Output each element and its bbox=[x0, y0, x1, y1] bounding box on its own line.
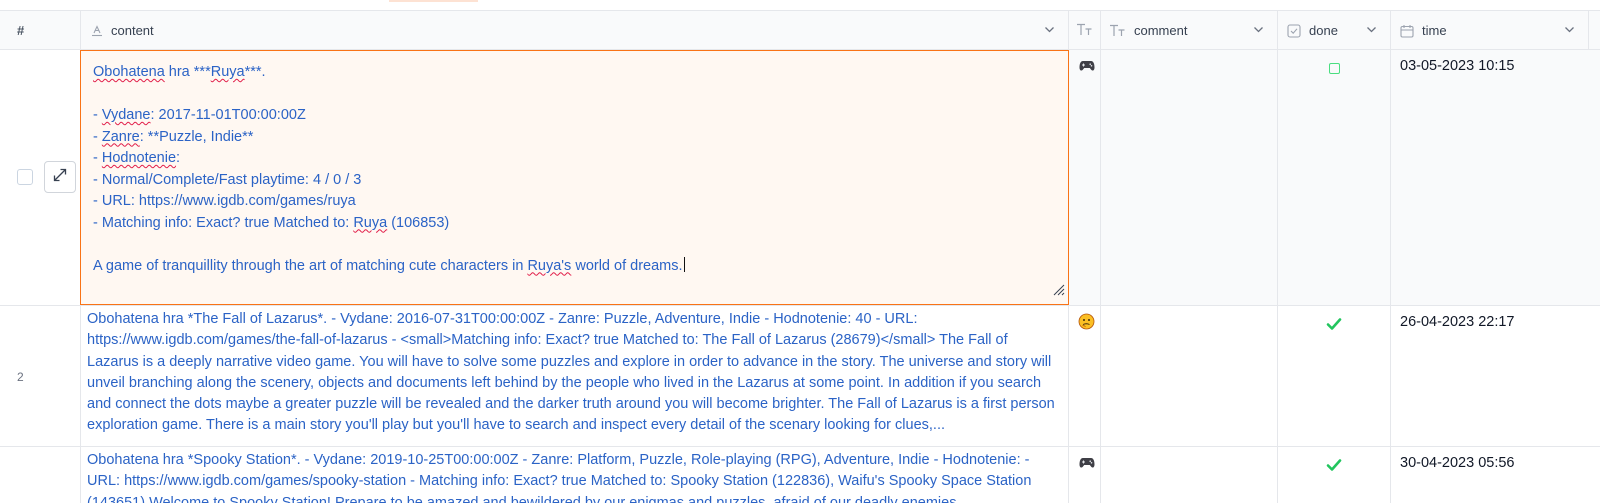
text-type-icon bbox=[1076, 23, 1093, 39]
table-row[interactable]: Obohatena hra *Spooky Station*. - Vydane… bbox=[0, 447, 1600, 503]
done-cell[interactable] bbox=[1278, 447, 1391, 503]
editor-line: A game of tranquillity through the art o… bbox=[93, 256, 685, 274]
calendar-icon bbox=[1400, 24, 1414, 38]
chevron-down-icon[interactable] bbox=[1365, 23, 1378, 39]
rownum-header: # bbox=[0, 11, 81, 50]
table-row[interactable]: Obohatena hra ***Ruya***. - Vydane: 2017… bbox=[0, 50, 1600, 306]
editor-line: - Hodnotenie: bbox=[93, 150, 181, 166]
column-header-time[interactable]: time bbox=[1391, 11, 1589, 50]
text-caret bbox=[683, 256, 685, 272]
editor-line: - Vydane: 2017-11-01T00:00:00Z bbox=[93, 107, 306, 123]
column-header-type[interactable] bbox=[1069, 11, 1101, 50]
editor-line: Obohatena hra ***Ruya***. bbox=[93, 64, 266, 80]
rownum-header-label: # bbox=[17, 23, 25, 38]
editor-line: - Zanre: **Puzzle, Indie** bbox=[93, 128, 254, 145]
done-checkbox-unchecked[interactable] bbox=[1329, 63, 1340, 74]
top-strip bbox=[0, 0, 1600, 10]
column-label-comment: comment bbox=[1134, 23, 1188, 38]
done-cell[interactable] bbox=[1278, 50, 1391, 305]
content-cell-editor[interactable]: Obohatena hra ***Ruya***. - Vydane: 2017… bbox=[80, 50, 1069, 305]
rownum-cell bbox=[0, 50, 81, 305]
gamepad-icon bbox=[1078, 57, 1095, 74]
editor-line: - Normal/Complete/Fast playtime: 4 / 0 /… bbox=[93, 171, 362, 188]
content-cell[interactable]: Obohatena hra *Spooky Station*. - Vydane… bbox=[81, 447, 1069, 503]
checkmark-icon[interactable] bbox=[1326, 458, 1342, 472]
column-label-time: time bbox=[1422, 23, 1447, 38]
column-header-content[interactable]: content bbox=[81, 11, 1069, 50]
comment-cell[interactable] bbox=[1101, 447, 1278, 503]
content-cell[interactable]: Obohatena hra *The Fall of Lazarus*. - V… bbox=[81, 306, 1069, 446]
column-header-comment[interactable]: comment bbox=[1101, 11, 1278, 50]
rownum-cell: 2 bbox=[0, 306, 81, 446]
checkbox-field-icon bbox=[1287, 23, 1301, 38]
content-text: Obohatena hra *Spooky Station*. - Vydane… bbox=[87, 452, 1032, 503]
time-cell[interactable]: 03-05-2023 10:15 bbox=[1391, 50, 1600, 305]
expand-row-button[interactable] bbox=[44, 161, 76, 193]
type-cell[interactable] bbox=[1069, 306, 1101, 446]
editor-line: - URL: https://www.igdb.com/games/ruya bbox=[93, 193, 356, 209]
column-label-content: content bbox=[111, 23, 154, 38]
text-type-icon bbox=[1109, 24, 1126, 37]
grid-header: # content comment done time bbox=[0, 10, 1600, 50]
column-label-done: done bbox=[1309, 23, 1338, 38]
time-value: 03-05-2023 10:15 bbox=[1400, 58, 1515, 74]
expand-icon bbox=[52, 167, 68, 188]
column-header-done[interactable]: done bbox=[1278, 11, 1391, 50]
chevron-down-icon[interactable] bbox=[1043, 23, 1056, 39]
active-tab-accent bbox=[389, 0, 478, 2]
type-cell[interactable] bbox=[1069, 50, 1101, 305]
checkmark-icon[interactable] bbox=[1326, 317, 1342, 331]
resize-handle-icon[interactable] bbox=[1053, 283, 1065, 301]
data-grid: # content comment done time Obohatena hr… bbox=[0, 10, 1600, 503]
row-select-checkbox[interactable] bbox=[17, 169, 33, 185]
text-field-icon bbox=[91, 24, 103, 37]
time-value: 26-04-2023 22:17 bbox=[1400, 314, 1515, 330]
content-text: Obohatena hra *The Fall of Lazarus*. - V… bbox=[87, 311, 1055, 434]
time-value: 30-04-2023 05:56 bbox=[1400, 455, 1515, 471]
done-cell[interactable] bbox=[1278, 306, 1391, 446]
row-number: 2 bbox=[17, 370, 24, 384]
table-row[interactable]: 2 Obohatena hra *The Fall of Lazarus*. -… bbox=[0, 306, 1600, 447]
chevron-down-icon[interactable] bbox=[1563, 23, 1576, 39]
comment-cell[interactable] bbox=[1101, 50, 1278, 305]
type-cell[interactable] bbox=[1069, 447, 1101, 503]
gamepad-icon bbox=[1078, 454, 1095, 471]
rownum-cell bbox=[0, 447, 81, 503]
time-cell[interactable]: 26-04-2023 22:17 bbox=[1391, 306, 1600, 446]
time-cell[interactable]: 30-04-2023 05:56 bbox=[1391, 447, 1600, 503]
chevron-down-icon[interactable] bbox=[1252, 23, 1265, 39]
thinking-face-icon bbox=[1078, 313, 1095, 330]
editor-line: - Matching info: Exact? true Matched to:… bbox=[93, 214, 450, 231]
comment-cell[interactable] bbox=[1101, 306, 1278, 446]
